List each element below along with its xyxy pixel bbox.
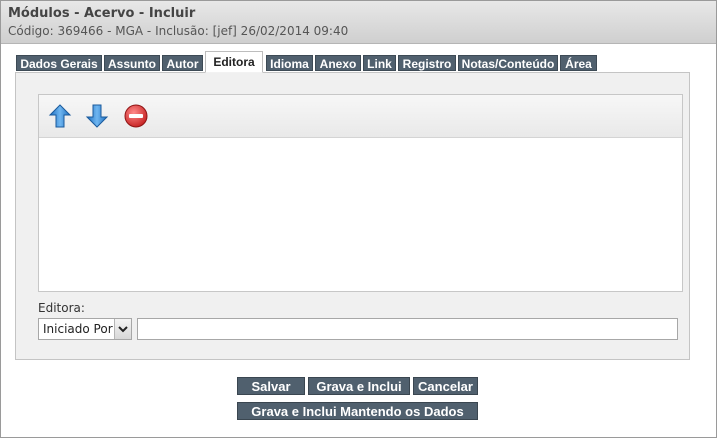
list-toolbar — [39, 95, 682, 138]
tab-dados-gerais[interactable]: Dados Gerais — [16, 55, 102, 71]
save-button[interactable]: Salvar — [237, 377, 305, 395]
tab-idioma[interactable]: Idioma — [266, 55, 313, 71]
tab-autor[interactable]: Autor — [162, 55, 203, 71]
filter-mode-select[interactable]: Iniciado Por — [38, 318, 132, 340]
cancel-button[interactable]: Cancelar — [413, 377, 478, 395]
move-down-icon[interactable] — [84, 103, 110, 129]
tab-area[interactable]: Área — [560, 55, 597, 71]
tab-notas-conteudo[interactable]: Notas/Conteúdo — [458, 55, 558, 71]
tab-editora[interactable]: Editora — [205, 51, 263, 73]
remove-icon[interactable] — [123, 103, 149, 129]
tab-link[interactable]: Link — [363, 55, 396, 71]
move-up-icon[interactable] — [47, 103, 73, 129]
record-info: Código: 369466 - MGA - Inclusão: [jef] 2… — [8, 24, 349, 38]
tab-panel-editora: Editora: Iniciado Por — [15, 72, 690, 360]
tab-assunto[interactable]: Assunto — [104, 55, 160, 71]
module-window: Módulos - Acervo - Incluir Código: 36946… — [0, 0, 717, 438]
editora-label: Editora: — [38, 301, 85, 315]
save-and-add-button[interactable]: Grava e Inclui — [308, 377, 410, 395]
filter-mode-value: Iniciado Por — [43, 322, 113, 336]
chevron-down-icon[interactable] — [114, 319, 131, 339]
page-title: Módulos - Acervo - Incluir — [8, 6, 196, 21]
editora-search-input[interactable] — [137, 318, 678, 340]
editora-list[interactable] — [38, 94, 683, 292]
title-bar: Módulos - Acervo - Incluir Código: 36946… — [1, 1, 716, 44]
tab-registro[interactable]: Registro — [398, 55, 456, 71]
tab-anexo[interactable]: Anexo — [315, 55, 361, 71]
save-and-add-keep-data-button[interactable]: Grava e Inclui Mantendo os Dados — [237, 402, 478, 420]
